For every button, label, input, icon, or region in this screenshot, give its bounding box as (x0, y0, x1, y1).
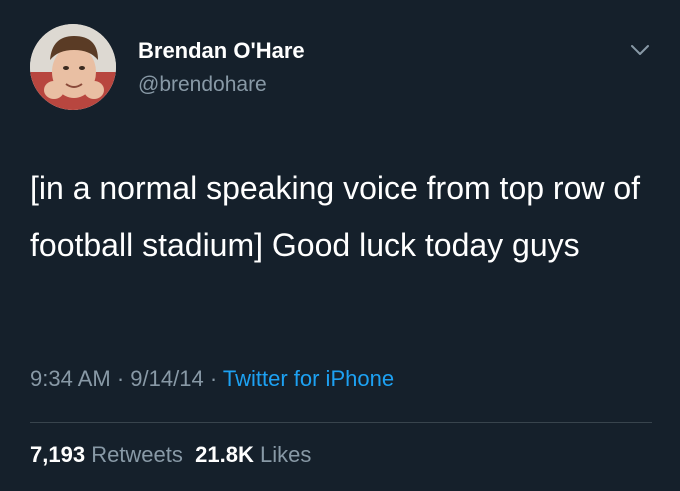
tweet-time[interactable]: 9:34 AM (30, 366, 111, 391)
tweet-meta: 9:34 AM · 9/14/14 · Twitter for iPhone (30, 366, 394, 392)
meta-separator: · (209, 366, 218, 391)
author-display-name[interactable]: Brendan O'Hare (138, 38, 305, 64)
tweet-text: [in a normal speaking voice from top row… (30, 170, 641, 263)
tweet-source-link[interactable]: Twitter for iPhone (223, 366, 394, 391)
tweet-date[interactable]: 9/14/14 (130, 366, 203, 391)
tweet-card: Brendan O'Hare @brendohare [in a normal … (0, 0, 680, 491)
retweets-label[interactable]: Retweets (91, 442, 183, 467)
divider (30, 422, 652, 423)
tweet-stats: 7,193 Retweets 21.8K Likes (30, 442, 311, 468)
meta-separator: · (116, 366, 125, 391)
avatar[interactable] (30, 24, 116, 110)
chevron-down-icon[interactable] (628, 40, 652, 60)
likes-label[interactable]: Likes (260, 442, 311, 467)
likes-count[interactable]: 21.8K (195, 442, 254, 467)
author-handle[interactable]: @brendohare (138, 73, 267, 97)
retweets-count[interactable]: 7,193 (30, 442, 85, 467)
avatar-photo (30, 24, 116, 110)
